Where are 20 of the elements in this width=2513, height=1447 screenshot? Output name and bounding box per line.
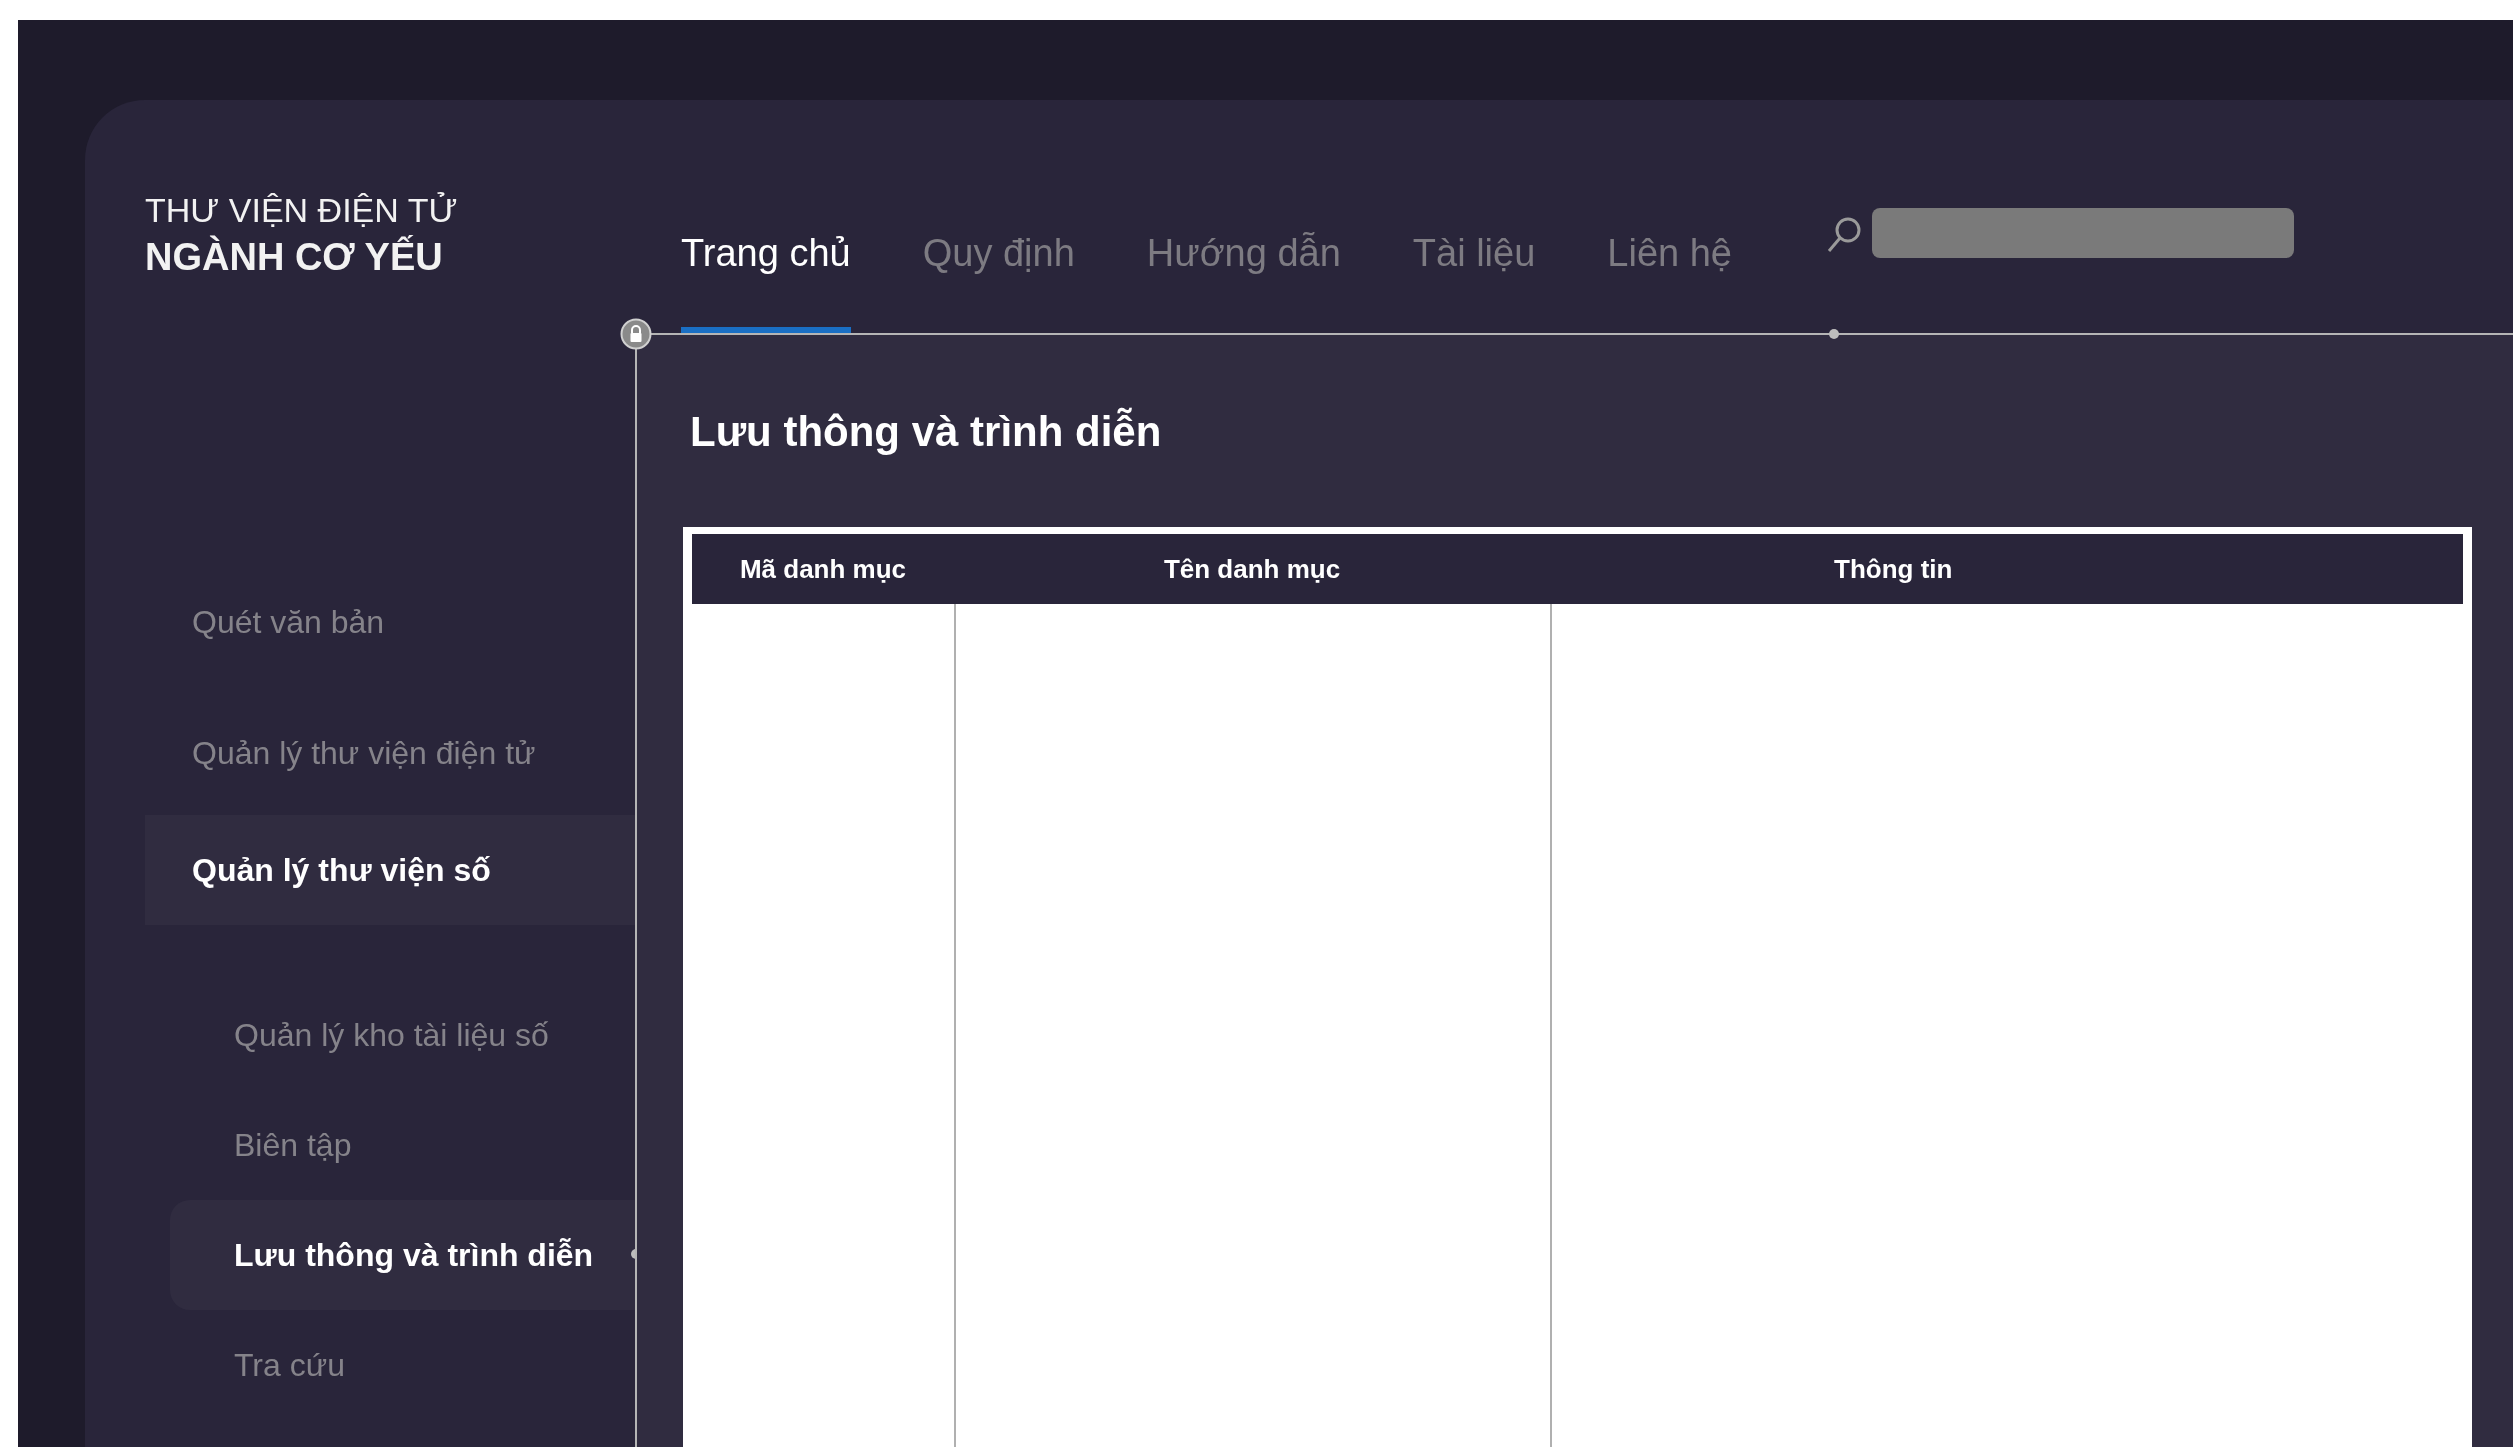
- search-icon[interactable]: [1826, 216, 1862, 254]
- nav-tab[interactable]: Quy định: [922, 100, 1075, 333]
- nav-tab[interactable]: Tài liệu: [1412, 100, 1536, 333]
- sidebar-item[interactable]: Quét văn bản: [145, 567, 635, 677]
- sidebar-item[interactable]: Quản lý thư viện điện tử: [145, 698, 635, 808]
- nav-tab[interactable]: Liên hệ: [1607, 100, 1732, 333]
- lock-icon: [620, 318, 652, 350]
- search-field[interactable]: [1872, 208, 2294, 258]
- sidebar-subitem[interactable]: Biên tập: [170, 1090, 635, 1200]
- column-header: Tên danh mục: [1163, 553, 1341, 585]
- brand-title: THƯ VIỆN ĐIỆN TỬ: [145, 190, 458, 231]
- brand-subtitle: NGÀNH CƠ YẾU: [145, 234, 443, 280]
- sidebar-subitem[interactable]: Tra cứu: [170, 1310, 635, 1420]
- column-header: Thông tin: [1833, 553, 1953, 585]
- column-header: Mã danh mục: [739, 553, 907, 585]
- sidebar-item[interactable]: Quản lý thư viện số: [145, 815, 635, 925]
- page-title: Lưu thông và trình diễn: [690, 406, 1163, 457]
- sidebar-subitem[interactable]: Quản lý kho tài liệu số: [170, 980, 635, 1090]
- sidebar-subitem[interactable]: Lưu thông và trình diễn: [170, 1200, 635, 1310]
- nav-tab[interactable]: Hướng dẫn: [1146, 100, 1341, 333]
